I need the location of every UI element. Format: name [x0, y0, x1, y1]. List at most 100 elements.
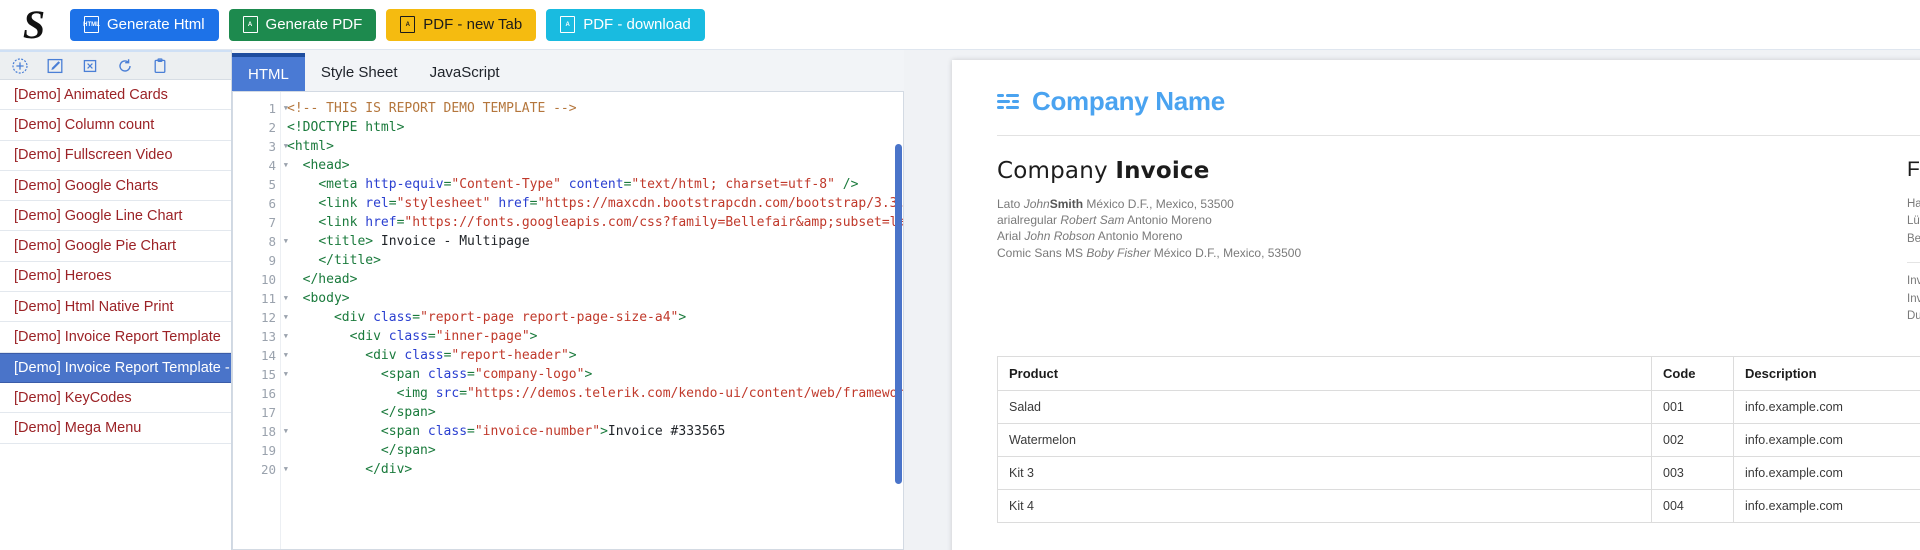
company-name: Company Name — [1032, 86, 1225, 117]
code-line: <link rel="stylesheet" href="https://max… — [287, 194, 903, 213]
code-token: > — [569, 348, 577, 363]
fold-toggle-icon[interactable]: ▼ — [284, 308, 288, 327]
fold-toggle-icon[interactable]: ▼ — [284, 137, 288, 156]
pdf-file-icon: A — [243, 16, 258, 33]
fold-toggle-icon[interactable]: ▼ — [284, 327, 288, 346]
code-token: class — [389, 329, 428, 344]
code-token: = — [412, 310, 420, 325]
addr-prefix: Comic Sans MS — [997, 246, 1086, 260]
fold-toggle-icon[interactable]: ▼ — [284, 346, 288, 365]
line-number: 10 — [233, 270, 280, 289]
line-number: 17 — [233, 403, 280, 422]
fold-toggle-icon[interactable]: ▼ — [284, 460, 288, 479]
fold-toggle-icon[interactable]: ▼ — [284, 365, 288, 384]
sidebar-item[interactable]: [Demo] Invoice Report Template - Multipa… — [0, 353, 231, 383]
addr-italic: Boby Fisher — [1086, 246, 1150, 260]
toolbar-button-label: Generate Html — [107, 16, 205, 33]
addr-bold: Smith — [1050, 197, 1083, 211]
code-token: </div> — [365, 462, 412, 477]
code-token: <link — [318, 196, 365, 211]
company-logo: Company Name — [997, 86, 1225, 117]
code-token: "https://maxcdn.bootstrapcdn.com/bootstr… — [537, 196, 903, 211]
code-token — [287, 386, 397, 401]
invoice-table-header: Product — [998, 357, 1652, 391]
invoice-body: Company Invoice Lato JohnSmith México D.… — [997, 136, 1920, 326]
invoice-document: Company Name Invoice #333565 Company Inv… — [952, 60, 1920, 550]
code-token — [287, 405, 381, 420]
sidebar-item[interactable]: [Demo] Heroes — [0, 262, 231, 292]
line-number: 16 — [233, 384, 280, 403]
toolbar-button-2[interactable]: APDF - new Tab — [386, 9, 536, 41]
refresh-icon[interactable] — [117, 58, 133, 74]
invoice-title: Company Invoice — [997, 158, 1301, 184]
bill-to-line: Lato JohnSmith México D.F., Mexico, 5350… — [997, 196, 1301, 212]
code-token: = — [389, 196, 397, 211]
tab-javascript[interactable]: JavaScript — [414, 53, 516, 91]
code-token — [287, 443, 381, 458]
company-logo-icon — [997, 92, 1023, 112]
code-token: <title> — [318, 234, 373, 249]
add-icon[interactable] — [12, 58, 28, 74]
code-token: <div — [350, 329, 389, 344]
sidebar-item-label: [Demo] Mega Menu — [14, 420, 141, 436]
code-token: = — [459, 386, 467, 401]
fold-toggle-icon[interactable]: ▼ — [284, 422, 288, 441]
fold-toggle-icon[interactable]: ▼ — [284, 99, 288, 118]
sidebar: [Demo] Animated Cards [Demo] Column count… — [0, 50, 232, 550]
line-number: 14▼ — [233, 346, 280, 365]
sidebar-item[interactable]: [Demo] Mega Menu — [0, 413, 231, 443]
addr-suffix: Antonio Moreno — [1095, 229, 1182, 243]
sidebar-item[interactable]: [Demo] Animated Cards — [0, 80, 231, 110]
line-number: 6 — [233, 194, 280, 213]
tab-style-sheet[interactable]: Style Sheet — [305, 53, 414, 91]
invoice-table-cell: Kit 3 — [998, 457, 1652, 490]
toolbar-button-3[interactable]: APDF - download — [546, 9, 705, 41]
sidebar-item[interactable]: [Demo] Google Line Chart — [0, 201, 231, 231]
code-token — [287, 158, 303, 173]
toolbar-button-0[interactable]: HTMLGenerate Html — [70, 9, 219, 41]
from-title: From — [1907, 158, 1920, 182]
line-number: 4▼ — [233, 156, 280, 175]
sidebar-item[interactable]: [Demo] Fullscreen Video — [0, 141, 231, 171]
sidebar-item-label: [Demo] Column count — [14, 117, 154, 133]
invoice-items-table: ProductCodeDescriptionAmount Salad001inf… — [997, 356, 1920, 523]
code-line: <body> — [287, 289, 903, 308]
code-token: Invoice - Multipage — [373, 234, 530, 249]
line-number: 3▼ — [233, 137, 280, 156]
code-token: "stylesheet" — [397, 196, 491, 211]
copy-icon[interactable] — [152, 58, 168, 74]
code-token: src — [436, 386, 459, 401]
sidebar-item[interactable]: [Demo] Html Native Print — [0, 292, 231, 322]
sidebar-item[interactable]: [Demo] Column count — [0, 110, 231, 140]
code-token: <img — [397, 386, 436, 401]
invoice-table-cell: Watermelon — [998, 424, 1652, 457]
top-toolbar: S HTMLGenerate HtmlAGenerate PDFAPDF - n… — [0, 0, 1920, 50]
code-token: <span — [381, 367, 428, 382]
addr-prefix: Arial — [997, 229, 1024, 243]
editor-vertical-scrollbar[interactable] — [895, 144, 902, 484]
code-token: <meta — [318, 177, 365, 192]
invoice-table-row: Salad001info.example.com10.1 — [998, 391, 1920, 424]
fold-toggle-icon[interactable]: ▼ — [284, 156, 288, 175]
sidebar-item[interactable]: [Demo] Invoice Report Template — [0, 322, 231, 352]
sidebar-item[interactable]: [Demo] KeyCodes — [0, 383, 231, 413]
toolbar-button-1[interactable]: AGenerate PDF — [229, 9, 377, 41]
sidebar-item[interactable]: [Demo] Google Charts — [0, 171, 231, 201]
fold-toggle-icon[interactable]: ▼ — [284, 289, 288, 308]
sidebar-item-label: [Demo] Fullscreen Video — [14, 147, 173, 163]
invoice-meta-lines: Invoice ID: 333565Invoice Date: 03.12.20… — [1907, 273, 1920, 326]
fold-toggle-icon[interactable]: ▼ — [284, 232, 288, 251]
invoice-meta: Invoice ID: 333565Invoice Date: 03.12.20… — [1907, 262, 1920, 326]
code-token: class — [428, 424, 467, 439]
code-text[interactable]: <!-- THIS IS REPORT DEMO TEMPLATE --><!D… — [281, 92, 903, 549]
from-line: Berlin, Germany, 10785 — [1907, 231, 1920, 248]
invoice-table-head: ProductCodeDescriptionAmount — [998, 357, 1920, 391]
delete-icon[interactable] — [82, 58, 98, 74]
code-line: </title> — [287, 251, 903, 270]
tab-html[interactable]: HTML — [232, 53, 305, 91]
invoice-table-row: Kit 3003info.example.com10.3 — [998, 457, 1920, 490]
code-area[interactable]: 1▼23▼4▼5678▼91011▼12▼13▼14▼15▼161718▼192… — [232, 92, 904, 550]
sidebar-item[interactable]: [Demo] Google Pie Chart — [0, 231, 231, 261]
code-token: > — [600, 424, 608, 439]
edit-icon[interactable] — [47, 58, 63, 74]
